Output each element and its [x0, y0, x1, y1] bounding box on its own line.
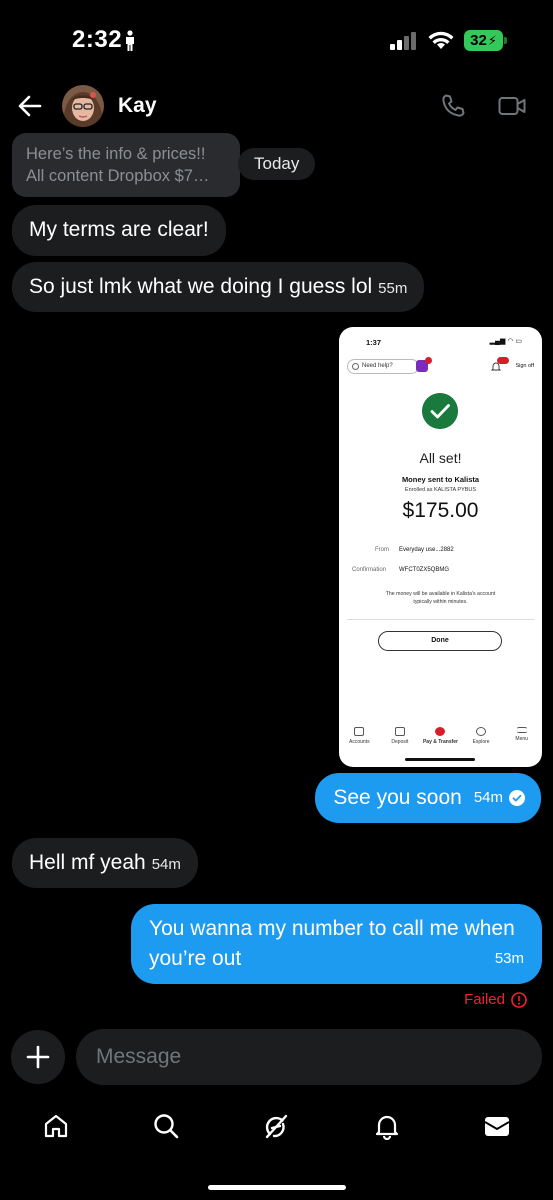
message-input[interactable] [76, 1029, 542, 1085]
attachment-done-button: Done [378, 631, 502, 651]
attachment-chat-badge [425, 357, 432, 364]
attachment-nav-accounts: Accounts [341, 727, 377, 751]
image-attachment[interactable]: 1:37 ▂▄▆ ◠ ▭ Need help? Sign off All set… [339, 327, 542, 767]
success-check-icon [422, 393, 458, 429]
status-indicators: 32 ⚡ [390, 30, 507, 51]
attachment-search-icon [352, 363, 359, 370]
message-bubble-incoming[interactable]: Hell mf yeah 54m [12, 838, 198, 888]
grok-icon[interactable] [262, 1112, 290, 1140]
deposit-icon [394, 727, 405, 736]
message-time: 54m [151, 856, 181, 873]
attachment-home-bar [405, 758, 475, 761]
message-time: 55m [378, 280, 408, 297]
contact-name[interactable]: Kay [118, 94, 157, 118]
menu-icon [516, 727, 527, 733]
quoted-line-1: Here’s the info & prices!! [26, 145, 206, 163]
attachment-sign-off: Sign off [515, 363, 534, 369]
nav-label: Menu [515, 736, 528, 742]
message-text: My terms are clear! [29, 218, 209, 241]
attachment-nav-explore: Explore [463, 727, 499, 751]
attachment-nav-pay-transfer: Pay & Transfer [422, 727, 458, 751]
back-arrow-icon[interactable] [16, 92, 44, 120]
charging-bolt-icon: ⚡ [487, 32, 497, 48]
attachment-status-icons: ▂▄▆ ◠ ▭ [489, 338, 522, 345]
attachment-amount: $175.00 [402, 499, 479, 522]
battery-level: 32 [470, 32, 487, 49]
message-text: See you soon [333, 786, 462, 809]
attachment-nav-deposit: Deposit [382, 727, 418, 751]
status-time: 2:32 [72, 26, 123, 53]
error-info-icon [511, 991, 527, 1008]
explore-icon [476, 727, 487, 736]
avatar-image [62, 85, 104, 127]
message-text: Hell mf yeah [29, 851, 146, 874]
attachment-status-time: 1:37 [366, 338, 382, 347]
message-text: So just lmk what we doing I guess lol [29, 275, 373, 298]
quoted-message[interactable]: Here’s the info & prices!! All content D… [12, 133, 240, 197]
nav-label: Pay & Transfer [422, 739, 458, 745]
attachment-enrolled: Enrolled as KALISTA PYBUS [404, 487, 477, 493]
date-chip: Today [238, 148, 316, 180]
attachment-sent-to: Money sent to Kalista [401, 475, 480, 484]
plus-icon [26, 1045, 50, 1069]
attachment-nav-menu: Menu [504, 727, 540, 751]
chat-header: Kay [0, 80, 553, 132]
home-icon[interactable] [42, 1112, 70, 1140]
phone-icon[interactable] [440, 93, 466, 119]
attachment-bell-badge [497, 357, 509, 364]
message-bubble-incoming[interactable]: So just lmk what we doing I guess lol 55m [12, 262, 425, 312]
add-media-button[interactable] [11, 1030, 65, 1084]
nav-label: Deposit [391, 739, 409, 745]
attachment-from-label: From [375, 547, 389, 553]
read-check-icon [509, 790, 525, 806]
status-bar: 2:32 32 ⚡ [0, 0, 553, 80]
bottom-nav [0, 1100, 553, 1152]
accounts-icon [354, 727, 365, 736]
attachment-nav: Accounts Deposit Pay & Transfer Explore … [339, 727, 542, 751]
nav-label: Accounts [349, 739, 370, 745]
failed-label: Failed [464, 991, 505, 1008]
avatar[interactable] [62, 85, 104, 127]
message-time: 53m [494, 950, 524, 967]
attachment-from-value: Everyday use...2882 [399, 547, 454, 553]
attachment-help-text: Need help? [362, 363, 393, 369]
attachment-title: All set! [419, 450, 462, 466]
message-text: You wanna my number to call me when you’… [149, 917, 515, 970]
message-bubble-incoming[interactable]: My terms are clear! [12, 205, 226, 256]
message-bubble-outgoing[interactable]: See you soon 54m [315, 773, 541, 823]
quoted-line-2: All content Dropbox $7… [26, 167, 210, 185]
wifi-icon [428, 31, 454, 49]
failed-status[interactable]: Failed [464, 991, 527, 1008]
message-bubble-outgoing[interactable]: You wanna my number to call me when you’… [131, 904, 542, 984]
search-icon[interactable] [152, 1112, 180, 1140]
signal-icon [390, 31, 417, 50]
note-text: The money will be available in Kalista’s… [385, 591, 496, 605]
attachment-confirmation-value: WFCT0ZX5QBMG [399, 567, 450, 573]
attachment-note: The money will be available in Kalista’s… [339, 590, 542, 606]
confirmation-label: Confirmation [352, 567, 387, 573]
from-label: From [375, 547, 389, 553]
home-indicator [208, 1185, 346, 1190]
video-icon[interactable] [498, 93, 526, 119]
nav-label: Explore [472, 739, 490, 745]
attachment-divider [347, 619, 534, 620]
pay-transfer-icon [435, 727, 446, 736]
attachment-help-field: Need help? [347, 359, 419, 374]
battery-indicator: 32 ⚡ [464, 30, 507, 51]
person-icon [126, 30, 134, 51]
bell-icon[interactable] [373, 1112, 401, 1140]
message-time: 54m [473, 789, 503, 806]
attachment-confirmation-label: Confirmation [352, 567, 386, 573]
mail-icon[interactable] [483, 1112, 511, 1140]
